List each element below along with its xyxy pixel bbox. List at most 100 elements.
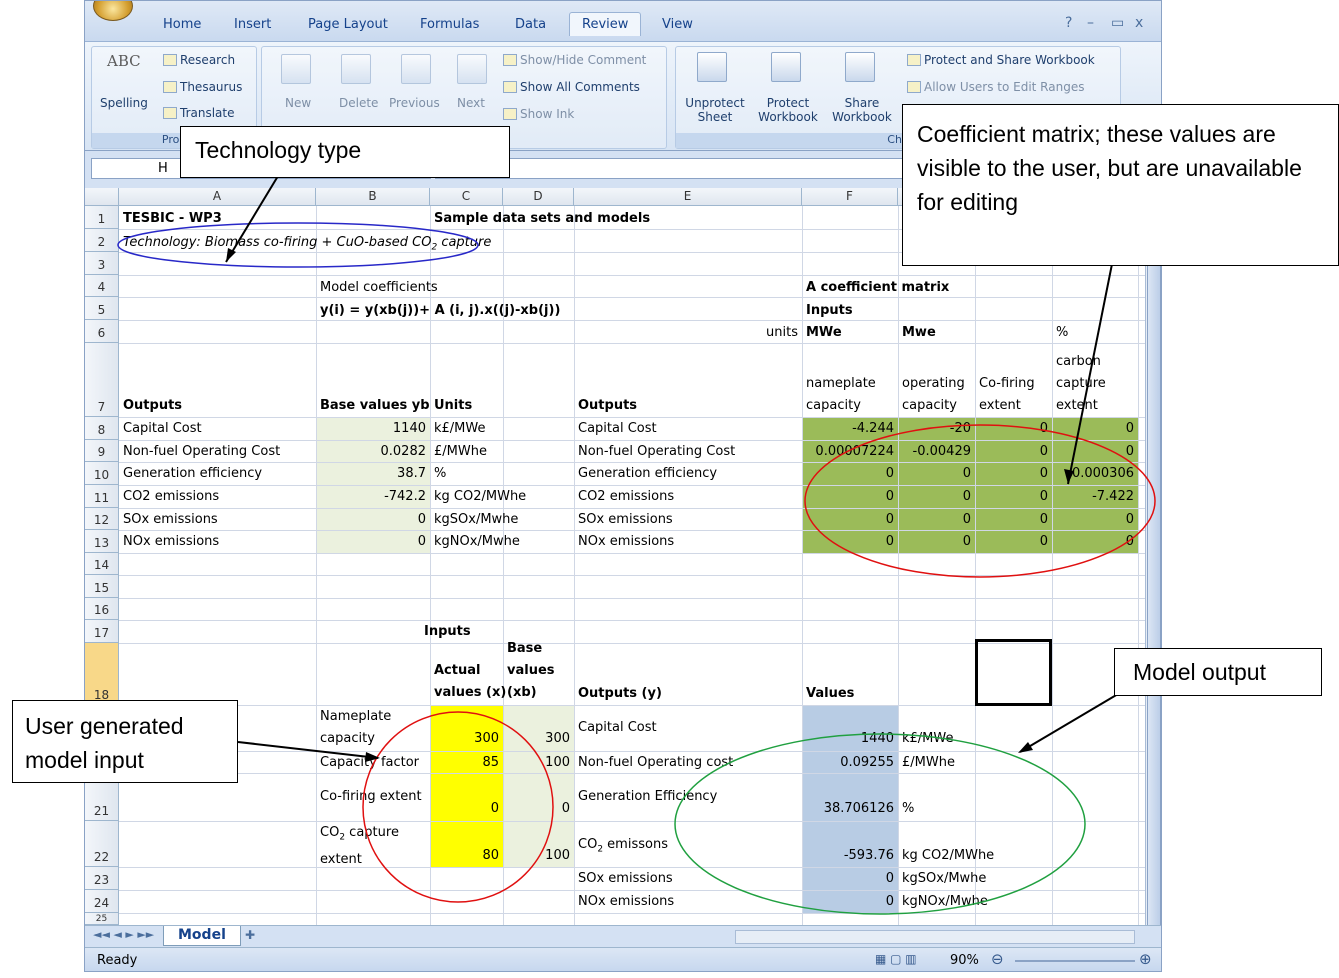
output-name[interactable]: Non-fuel Operating Cost <box>119 444 284 460</box>
column-header-c[interactable]: C <box>430 188 503 206</box>
row-header[interactable]: 16 <box>85 598 119 620</box>
column-header-b[interactable]: B <box>316 188 430 206</box>
inputs-label[interactable]: Inputs <box>802 303 857 319</box>
zoom-slider[interactable] <box>1015 960 1135 962</box>
unit[interactable]: k£/MWe <box>430 421 490 437</box>
base-value[interactable]: 0 <box>316 534 430 550</box>
spelling-button[interactable]: Spelling <box>100 96 148 110</box>
zoom-level[interactable]: 90% <box>950 953 979 968</box>
output-y-name[interactable]: NOx emissions <box>574 894 678 910</box>
row-header[interactable]: 11 <box>85 485 119 508</box>
output-name-2[interactable]: CO2 emissions <box>574 489 678 505</box>
output-name-2[interactable]: Capital Cost <box>574 421 661 437</box>
tab-page-layout[interactable]: Page Layout <box>308 17 388 32</box>
row-header[interactable]: 23 <box>85 867 119 890</box>
tab-home[interactable]: Home <box>163 17 201 32</box>
row-header[interactable]: 25 <box>85 913 119 925</box>
actual-value-input[interactable]: 300 <box>430 731 503 747</box>
row-header[interactable]: 6 <box>85 320 119 343</box>
output-name-2[interactable]: NOx emissions <box>574 534 678 550</box>
office-button[interactable] <box>93 1 133 21</box>
input-name[interactable]: Nameplate capacity <box>316 706 395 750</box>
row-header[interactable]: 4 <box>85 275 119 297</box>
model-equation[interactable]: y(i) = y(xb(j))+ A (i, j).x((j)-xb(j)) <box>316 303 564 319</box>
row-header[interactable]: 18 <box>85 643 119 705</box>
tab-data[interactable]: Data <box>515 17 546 32</box>
show-ink-button[interactable]: Show Ink <box>503 107 574 121</box>
tab-formulas[interactable]: Formulas <box>420 17 479 32</box>
previous-comment-button[interactable]: Previous <box>389 96 440 110</box>
sheet-tab-model[interactable]: Model <box>163 926 241 946</box>
protect-share-workbook-button[interactable]: Protect and Share Workbook <box>907 53 1095 67</box>
view-buttons-icon[interactable]: ▦ ▢ ▥ <box>875 952 917 966</box>
new-comment-button[interactable]: New <box>285 96 311 110</box>
actual-values-header[interactable]: Actual values (x) <box>430 660 510 704</box>
select-all-corner[interactable] <box>85 188 119 206</box>
outputs-header-2[interactable]: Outputs <box>574 398 641 414</box>
tab-insert[interactable]: Insert <box>234 17 271 32</box>
zoom-in-icon[interactable]: ⊕ <box>1139 950 1152 968</box>
input-name[interactable]: CO2 capture extent <box>316 822 403 871</box>
output-y-name[interactable]: Capital Cost <box>574 720 661 736</box>
vertical-scrollbar[interactable] <box>1145 188 1161 938</box>
translate-button[interactable]: Translate <box>163 106 235 120</box>
output-unit[interactable]: £/MWhe <box>898 755 959 771</box>
actual-value-input[interactable]: 85 <box>430 755 503 771</box>
actual-value-input[interactable]: 0 <box>430 801 503 817</box>
output-unit[interactable]: kg CO2/MWhe <box>898 848 998 864</box>
row-header[interactable]: 8 <box>85 417 119 440</box>
outputs-header[interactable]: Outputs <box>119 398 186 414</box>
output-value[interactable]: 0.09255 <box>802 755 898 771</box>
output-name[interactable]: SOx emissions <box>119 512 222 528</box>
row-header[interactable]: 17 <box>85 620 119 643</box>
selected-cell[interactable] <box>975 639 1052 706</box>
a-matrix-label[interactable]: A coefficient matrix <box>802 280 953 296</box>
column-header-d[interactable]: D <box>503 188 574 206</box>
output-name-2[interactable]: Generation efficiency <box>574 466 721 482</box>
horizontal-scrollbar[interactable] <box>735 930 1135 944</box>
unit[interactable]: kgSOx/Mwhe <box>430 512 522 528</box>
output-y-name[interactable]: Generation Efficiency <box>574 789 721 805</box>
output-name-2[interactable]: SOx emissions <box>574 512 677 528</box>
unit-operating[interactable]: Mwe <box>898 325 940 341</box>
output-name-2[interactable]: Non-fuel Operating Cost <box>574 444 739 460</box>
row-header[interactable]: 9 <box>85 440 119 462</box>
minimize-icon[interactable]: – <box>1087 15 1094 31</box>
output-y-name[interactable]: CO2 emissons <box>574 837 672 858</box>
base-input-value[interactable]: 100 <box>503 755 574 771</box>
delete-comment-button[interactable]: Delete <box>339 96 378 110</box>
help-icon[interactable]: ? <box>1065 15 1072 31</box>
base-values-input-header[interactable]: Base values (xb) <box>503 638 559 704</box>
base-value[interactable]: -742.2 <box>316 489 430 505</box>
row-header[interactable]: 10 <box>85 462 119 485</box>
zoom-out-icon[interactable]: ⊖ <box>991 950 1004 968</box>
show-hide-comment-button[interactable]: Show/Hide Comment <box>503 53 646 67</box>
row-header[interactable]: 7 <box>85 343 119 417</box>
unit[interactable]: kg CO2/MWhe <box>430 489 530 505</box>
unit-percent[interactable]: % <box>1052 325 1072 341</box>
output-value[interactable]: -593.76 <box>802 848 898 864</box>
row-header[interactable]: 3 <box>85 252 119 275</box>
units-header[interactable]: Units <box>430 398 476 414</box>
output-name[interactable]: Generation efficiency <box>119 466 266 482</box>
output-unit[interactable]: kgSOx/Mwhe <box>898 871 990 887</box>
base-values-header[interactable]: Base values yb <box>316 398 434 414</box>
technology-cell[interactable]: Technology: Biomass co-firing + CuO-base… <box>119 235 495 256</box>
close-icon[interactable]: x <box>1135 15 1143 31</box>
output-value[interactable]: 1440 <box>802 731 898 747</box>
row-header[interactable]: 22 <box>85 821 119 867</box>
base-input-value[interactable]: 100 <box>503 848 574 864</box>
restore-icon[interactable]: ▭ <box>1111 15 1124 31</box>
values-header[interactable]: Values <box>802 686 858 702</box>
column-header-e[interactable]: E <box>574 188 802 206</box>
row-header[interactable]: 2 <box>85 229 119 252</box>
units-label[interactable]: units <box>574 325 802 341</box>
co-firing-header[interactable]: Co-firing extent <box>975 373 1039 417</box>
base-value[interactable]: 1140 <box>316 421 430 437</box>
row-header[interactable]: 14 <box>85 553 119 575</box>
worksheet-grid[interactable]: A B C D E F 1 2 3 4 5 6 7 8 9 10 11 12 1… <box>85 188 1145 925</box>
tab-view[interactable]: View <box>662 17 693 32</box>
model-coefficients-label[interactable]: Model coefficients <box>316 280 442 296</box>
thesaurus-button[interactable]: Thesaurus <box>163 80 242 94</box>
actual-value-input[interactable]: 80 <box>430 848 503 864</box>
